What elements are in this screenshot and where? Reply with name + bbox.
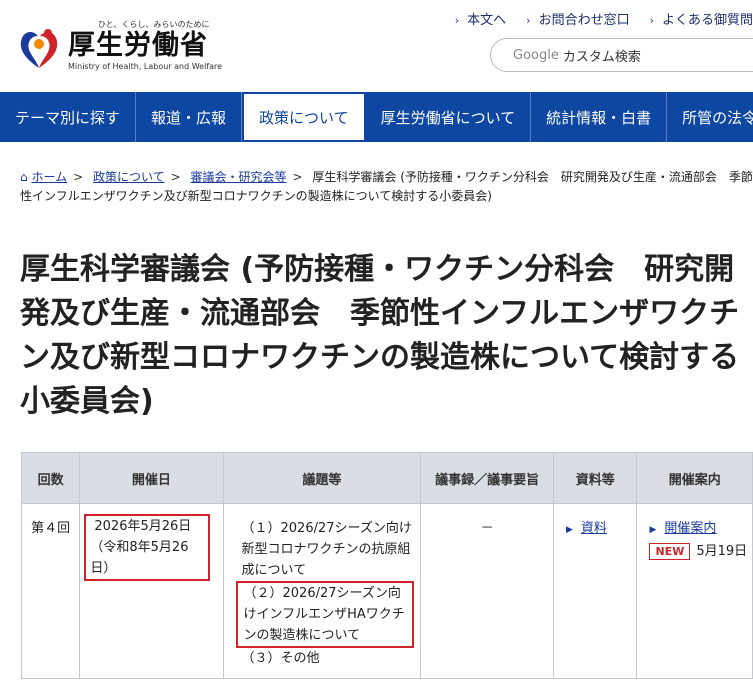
search-input[interactable]: Google カスタム検索 [490, 38, 753, 72]
col-header-no: 回数 [20, 452, 81, 504]
agenda-item-1: （１）2026/27シーズン向け新型コロナワクチンの抗原組成について [241, 521, 412, 578]
arrow-right-icon: ▶ [649, 525, 657, 535]
agenda-item-2: （２）2026/27シーズン向けインフルエンザHAワクチンの製造株について [235, 581, 415, 648]
chevron-right-icon: › [649, 14, 654, 27]
date-text: 2026年5月26日 [94, 519, 192, 534]
logo-title: 厚生労働省 [68, 30, 208, 61]
cell-info: ▶ 開催案内 NEW 5月19日 [636, 503, 753, 679]
global-nav: テーマ別に探す 報道・広報 政策について 厚生労働省について 統計情報・白書 所… [0, 92, 753, 142]
breadcrumb-separator: > [292, 170, 303, 184]
col-header-docs: 資料等 [552, 452, 638, 504]
logo-subtitle: Ministry of Health, Labour and Welfare [68, 62, 223, 71]
date-highlight-box: 2026年5月26日 （令和8年5月26日） [84, 514, 210, 581]
google-brand: Google [513, 47, 559, 63]
cell-agenda: （１）2026/27シーズン向け新型コロナワクチンの抗原組成について （２）20… [222, 503, 422, 679]
breadcrumb-separator: > [170, 170, 181, 184]
home-icon: ⌂ [20, 170, 28, 184]
col-header-agenda: 議題等 [222, 452, 422, 504]
chevron-right-icon: › [526, 14, 531, 27]
col-header-date: 開催日 [79, 452, 224, 504]
date-wareki-text: （令和8年5月26日） [90, 540, 189, 576]
nav-item-press[interactable]: 報道・広報 [136, 92, 243, 142]
nav-item-about[interactable]: 厚生労働省について [366, 92, 532, 142]
cell-date: 2026年5月26日 （令和8年5月26日） [79, 503, 224, 679]
util-link-faq[interactable]: › よくある御質問 [650, 9, 753, 28]
chevron-right-icon: › [454, 14, 460, 27]
nav-item-statistics[interactable]: 統計情報・白書 [531, 92, 668, 142]
docs-link[interactable]: 資料 [581, 521, 607, 536]
cell-no: 第４回 [20, 503, 81, 679]
cell-docs: ▶ 資料 [552, 503, 638, 679]
logo-mark-icon [16, 24, 62, 72]
search-placeholder: カスタム検索 [562, 49, 641, 65]
table-row: 第４回 2026年5月26日 （令和8年5月26日） （１）2026/27シーズ… [20, 503, 753, 679]
arrow-right-icon: ▶ [566, 525, 573, 535]
new-badge: NEW [649, 543, 691, 560]
util-link-main[interactable]: › 本文へ [455, 9, 506, 28]
utility-links: › 本文へ › お問合わせ窓口 › よくある御質問 [455, 9, 753, 28]
breadcrumb-separator: > [73, 170, 84, 184]
agenda-item-3: （３）その他 [241, 651, 320, 666]
nav-item-themes[interactable]: テーマ別に探す [0, 92, 137, 142]
col-header-minutes: 議事録／議事要旨 [420, 452, 554, 504]
breadcrumb: ⌂ ホーム > 政策について > 審議会・研究会等 > 厚生科学審議会 (予防接種・ワ… [20, 168, 753, 206]
breadcrumb-councils[interactable]: 審議会・研究会等 [191, 170, 287, 184]
util-link-contact[interactable]: › お問合わせ窓口 [526, 9, 629, 28]
col-header-info: 開催案内 [636, 452, 753, 504]
info-date: 5月19日 [696, 544, 748, 559]
logo-tagline: ひと、くらし、みらいのために [98, 20, 210, 29]
info-link[interactable]: 開催案内 [664, 521, 716, 536]
breadcrumb-policy[interactable]: 政策について [93, 170, 165, 184]
cell-minutes: － [420, 503, 554, 679]
site-header: ひと、くらし、みらいのために 厚生労働省 Ministry of Health,… [0, 0, 753, 92]
nav-item-policy[interactable]: 政策について [242, 92, 366, 142]
table-header-row: 回数 開催日 議題等 議事録／議事要旨 資料等 開催案内 [20, 452, 753, 504]
page-title: 厚生科学審議会 (予防接種・ワクチン分科会 研究開発及び生産・流通部会 季節性イ… [20, 252, 740, 419]
meetings-table: 回数 開催日 議題等 議事録／議事要旨 資料等 開催案内 第４回 2026年5月… [20, 452, 753, 679]
nav-item-laws[interactable]: 所管の法令等 [667, 92, 753, 142]
breadcrumb-home[interactable]: ホーム [31, 170, 67, 184]
mhlw-logo[interactable]: ひと、くらし、みらいのために 厚生労働省 Ministry of Health,… [16, 20, 223, 72]
